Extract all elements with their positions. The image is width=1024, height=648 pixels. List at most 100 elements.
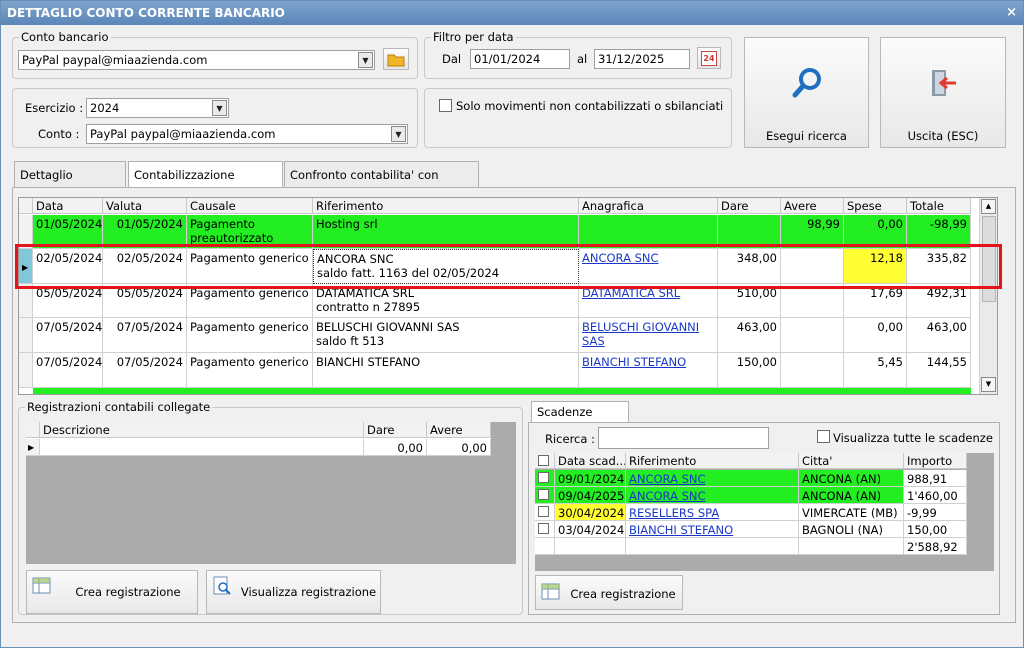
table-row[interactable]: ▶ 02/05/2024 02/05/2024 Pagamento generico A…	[19, 249, 971, 284]
esegui-ricerca-button[interactable]: Esegui ricerca	[744, 37, 869, 148]
cell-spese[interactable]: 12,18	[844, 249, 907, 284]
cell-rif[interactable]: DATAMATICA SRL contratto n 27895	[313, 284, 579, 318]
cell-data[interactable]: 01/05/2024	[33, 215, 103, 249]
chevron-down-icon[interactable]: ▼	[391, 126, 406, 142]
cell-spese[interactable]: 0,00	[844, 215, 907, 249]
cell-valuta[interactable]: 02/05/2024	[103, 249, 187, 284]
conto-select[interactable]: PayPal paypal@miaazienda.com ▼	[18, 50, 375, 70]
crea-registrazione-scad-button[interactable]: Crea registrazione	[535, 575, 683, 610]
cell-totale[interactable]: -98,99	[907, 215, 971, 249]
cell-data[interactable]: 07/05/2024	[33, 318, 103, 353]
row-indicator[interactable]	[19, 353, 33, 388]
row-indicator[interactable]	[19, 284, 33, 318]
row-checkbox[interactable]	[538, 472, 549, 483]
cell-totale[interactable]: 463,00	[907, 318, 971, 353]
cell-causale[interactable]: Pagamento generico	[187, 249, 313, 284]
chevron-down-icon[interactable]: ▼	[358, 52, 373, 68]
cell-riferimento[interactable]: ANCORA SNC	[626, 470, 799, 487]
cell-ana[interactable]: BIANCHI STEFANO	[579, 353, 718, 388]
cell-citta[interactable]: ANCONA (AN)	[799, 487, 904, 504]
visualizza-tutte-checkbox[interactable]	[817, 430, 830, 443]
cell-ana[interactable]: BELUSCHI GIOVANNI SAS	[579, 318, 718, 353]
table-row[interactable]: 07/05/2024 07/05/2024 Pagamento generico BI…	[19, 353, 971, 388]
crea-registrazione-button[interactable]: Crea registrazione	[26, 570, 198, 614]
cell-data-scad[interactable]: 09/04/2025	[555, 487, 626, 504]
cell-ana[interactable]: ANCORA SNC	[579, 249, 718, 284]
chevron-down-icon[interactable]: ▼	[212, 100, 227, 116]
col-header-dare[interactable]: Dare	[718, 198, 781, 214]
table-row[interactable]: 01/05/2024 01/05/2024 Pagamento preautoriz…	[19, 215, 971, 249]
close-icon[interactable]: ×	[1006, 1, 1017, 25]
cell-causale[interactable]: Pagamento generico	[187, 318, 313, 353]
cell-ana[interactable]: DATAMATICA SRL	[579, 284, 718, 318]
reg-dare-cell[interactable]: 0,00	[364, 439, 427, 456]
cell-rif[interactable]: ANCORA SNC saldo fatt. 1163 del 02/05/20…	[313, 249, 579, 284]
col-header-dare[interactable]: Dare	[364, 422, 427, 438]
row-select-cell[interactable]	[535, 521, 555, 538]
table-row[interactable]: 07/05/2024 07/05/2024 Pagamento generico BE…	[19, 318, 971, 353]
cell-totale[interactable]: 335,82	[907, 249, 971, 284]
solo-mov-checkbox[interactable]	[439, 99, 452, 112]
col-header-riferimento[interactable]: Riferimento	[313, 198, 579, 214]
cell-citta[interactable]: BAGNOLI (NA)	[799, 521, 904, 538]
col-header-riferimento[interactable]: Riferimento	[626, 453, 799, 469]
row-select-cell[interactable]	[535, 487, 555, 504]
cell-avere[interactable]: 98,99	[781, 215, 844, 249]
al-input[interactable]: 31/12/2025	[594, 49, 690, 69]
cell-citta[interactable]: ANCONA (AN)	[799, 470, 904, 487]
col-header-descrizione[interactable]: Descrizione	[40, 422, 364, 438]
cell-riferimento[interactable]: BIANCHI STEFANO	[626, 521, 799, 538]
cell-totale[interactable]: 492,31	[907, 284, 971, 318]
cell-avere[interactable]	[781, 249, 844, 284]
cell-spese[interactable]: 0,00	[844, 318, 907, 353]
row-indicator[interactable]	[19, 318, 33, 353]
col-header-totale[interactable]: Totale	[907, 198, 971, 214]
reg-desc-cell[interactable]	[40, 439, 364, 456]
row-indicator[interactable]	[19, 215, 33, 249]
cell-importo[interactable]: -9,99	[904, 504, 967, 521]
row-checkbox[interactable]	[538, 506, 549, 517]
cell-dare[interactable]	[718, 215, 781, 249]
esercizio-select[interactable]: 2024 ▼	[86, 98, 229, 118]
cell-data[interactable]: 02/05/2024	[33, 249, 103, 284]
cell-importo[interactable]: 150,00	[904, 521, 967, 538]
movimenti-scrollbar[interactable]: ▲ ▼	[979, 198, 997, 394]
cell-dare[interactable]: 510,00	[718, 284, 781, 318]
col-header-avere[interactable]: Avere	[781, 198, 844, 214]
visualizza-registrazione-button[interactable]: Visualizza registrazione	[206, 570, 381, 614]
scroll-thumb[interactable]	[982, 216, 996, 302]
cell-dare[interactable]: 463,00	[718, 318, 781, 353]
cell-riferimento[interactable]: RESELLERS SPA	[626, 504, 799, 521]
tab-confronto-contabilita[interactable]: Confronto contabilita' con movimenti	[284, 161, 479, 208]
cell-data[interactable]: 07/05/2024	[33, 353, 103, 388]
col-header-data-scad[interactable]: Data scad...	[555, 453, 626, 469]
cell-importo[interactable]: 1'460,00	[904, 487, 967, 504]
col-header-causale[interactable]: Causale	[187, 198, 313, 214]
cell-data-scad[interactable]: 30/04/2024	[555, 504, 626, 521]
cell-riferimento[interactable]: ANCORA SNC	[626, 487, 799, 504]
cell-spese[interactable]: 5,45	[844, 353, 907, 388]
cell-data[interactable]: 05/05/2024	[33, 284, 103, 318]
cell-avere[interactable]	[781, 318, 844, 353]
cell-causale[interactable]: Pagamento generico	[187, 353, 313, 388]
scroll-up-icon[interactable]: ▲	[981, 199, 996, 214]
cell-rif[interactable]: BIANCHI STEFANO	[313, 353, 579, 388]
folder-button[interactable]	[383, 48, 409, 70]
cell-avere[interactable]	[781, 284, 844, 318]
tab-scadenze-aperte[interactable]: Scadenze aperte	[531, 401, 629, 439]
col-header-citta[interactable]: Citta'	[799, 453, 904, 469]
table-row[interactable]: 05/05/2024 05/05/2024 Pagamento generico DA…	[19, 284, 971, 318]
uscita-button[interactable]: Uscita (ESC)	[880, 37, 1006, 148]
row-checkbox[interactable]	[538, 523, 549, 534]
cell-spese[interactable]: 17,69	[844, 284, 907, 318]
ricerca-input[interactable]	[598, 427, 769, 449]
cell-data-scad[interactable]: 03/04/2024	[555, 521, 626, 538]
col-header-avere[interactable]: Avere	[427, 422, 491, 438]
scroll-down-icon[interactable]: ▼	[981, 377, 996, 392]
col-header-data[interactable]: Data	[33, 198, 103, 214]
col-header-anagrafica[interactable]: Anagrafica	[579, 198, 718, 214]
select-all-checkbox[interactable]	[538, 455, 549, 466]
cell-valuta[interactable]: 05/05/2024	[103, 284, 187, 318]
col-header-spese[interactable]: Spese	[844, 198, 907, 214]
cell-valuta[interactable]: 07/05/2024	[103, 353, 187, 388]
